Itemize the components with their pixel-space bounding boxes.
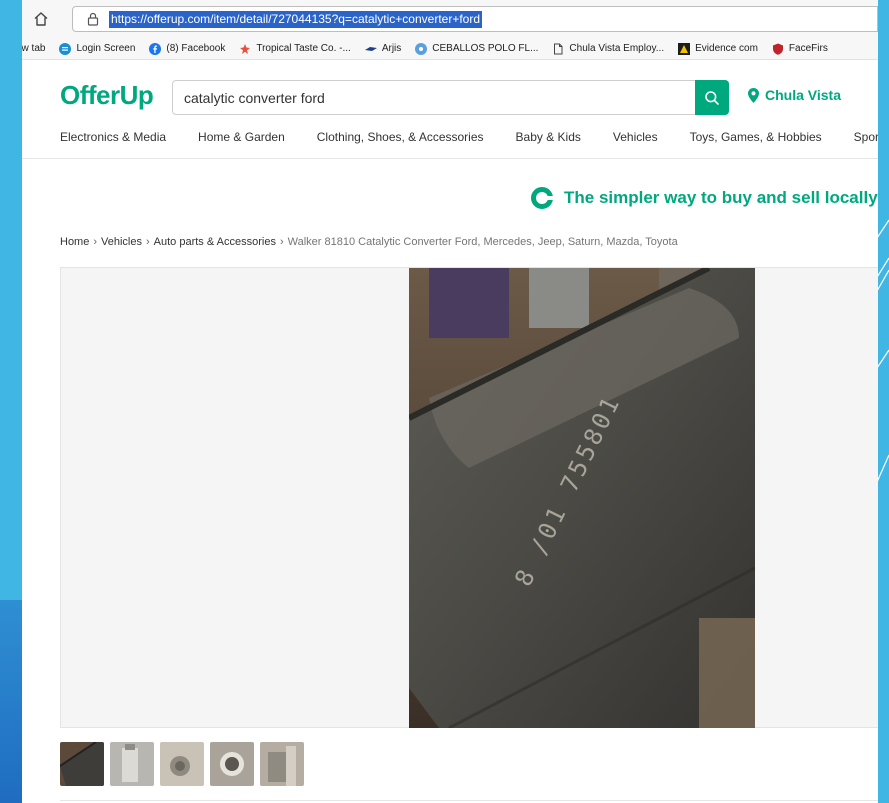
bookmark-label: FaceFirs [788, 43, 828, 54]
bookmark-facefirst[interactable]: FaceFirs [772, 43, 828, 55]
breadcrumb-home[interactable]: Home [60, 236, 89, 248]
site-header: OfferUp Chula Vista Electronics & Media … [22, 60, 878, 160]
evidence-icon [678, 42, 691, 55]
thumbnail-4[interactable] [210, 742, 254, 786]
bookmark-login-screen[interactable]: Login Screen [59, 42, 136, 55]
search-input[interactable] [173, 81, 693, 114]
bookmark-label: ew tab [22, 43, 46, 54]
bookmark-facebook[interactable]: (8) Facebook [149, 42, 226, 55]
nav-sports[interactable]: Spor [854, 130, 878, 152]
page-icon [554, 43, 563, 54]
bookmarks-bar: ew tab Login Screen (8) Facebook Tropica… [22, 38, 878, 60]
location-label: Chula Vista [765, 87, 841, 103]
breadcrumb-separator: › [93, 236, 98, 248]
bookmark-label: Arjis [381, 43, 402, 54]
bookmark-tropical-taste[interactable]: Tropical Taste Co. -... [239, 43, 351, 55]
header-divider [22, 158, 878, 159]
bookmark-label: Login Screen [76, 43, 136, 54]
thumbnail-1[interactable] [60, 742, 104, 786]
tropical-taste-icon [240, 43, 251, 54]
facebook-icon [149, 42, 162, 55]
breadcrumb-current: Walker 81810 Catalytic Converter Ford, M… [287, 236, 678, 248]
breadcrumb-vehicles[interactable]: Vehicles [101, 236, 142, 248]
main-item-photo[interactable]: 8 /01 755801 [409, 268, 755, 728]
bookmark-label: CEBALLOS POLO FL... [432, 43, 539, 54]
bookmark-chula-vista-employ[interactable]: Chula Vista Employ... [552, 43, 664, 55]
category-nav: Electronics & Media Home & Garden Clothi… [60, 130, 878, 152]
address-bar-row: https://offerup.com/item/detail/72704413… [22, 0, 878, 38]
bookmark-arjis[interactable]: Arjis [364, 43, 402, 55]
nav-home-garden[interactable]: Home & Garden [198, 130, 285, 152]
nav-toys-games[interactable]: Toys, Games, & Hobbies [690, 130, 822, 152]
url-text[interactable]: https://offerup.com/item/detail/72704413… [109, 11, 483, 28]
search-button[interactable] [695, 80, 729, 115]
login-screen-icon [59, 42, 72, 55]
ceballos-icon [415, 42, 428, 55]
nav-baby-kids[interactable]: Baby & Kids [516, 130, 581, 152]
browser-window: https://offerup.com/item/detail/72704413… [22, 0, 878, 803]
thumbnail-2[interactable] [110, 742, 154, 786]
backdrop-left-panel [0, 600, 22, 803]
thumbnail-strip [60, 742, 304, 786]
home-icon[interactable] [30, 8, 52, 30]
arjis-icon [364, 46, 377, 51]
offerup-logo[interactable]: OfferUp [60, 79, 154, 111]
promo-banner[interactable]: The simpler way to buy and sell locally! [530, 186, 878, 210]
url-field[interactable]: https://offerup.com/item/detail/72704413… [72, 6, 878, 32]
nav-vehicles[interactable]: Vehicles [613, 130, 658, 152]
bookmark-ceballos[interactable]: CEBALLOS POLO FL... [415, 42, 539, 55]
thumbnail-3[interactable] [160, 742, 204, 786]
thumbnail-5[interactable] [260, 742, 304, 786]
location-selector[interactable]: Chula Vista [748, 87, 841, 103]
bookmark-label: Tropical Taste Co. -... [256, 43, 351, 54]
bookmark-label: Evidence com [695, 43, 758, 54]
bookmark-new-tab[interactable]: ew tab [22, 43, 45, 54]
bookmark-evidence[interactable]: Evidence com [678, 42, 758, 55]
search-icon [705, 90, 719, 105]
breadcrumb-separator: › [279, 236, 284, 248]
nav-clothing[interactable]: Clothing, Shoes, & Accessories [317, 130, 484, 152]
breadcrumb-separator: › [146, 236, 150, 248]
offerup-ring-icon [531, 187, 554, 209]
breadcrumb: Home › Vehicles › Auto parts & Accessories › W… [60, 236, 678, 248]
location-pin-icon [748, 87, 759, 103]
search-box[interactable] [172, 80, 720, 115]
breadcrumb-auto-parts[interactable]: Auto parts & Accessories [154, 236, 276, 248]
lock-icon[interactable] [85, 11, 101, 27]
item-gallery: 8 /01 755801 [60, 267, 878, 728]
promo-text: The simpler way to buy and sell locally! [564, 188, 878, 207]
facefirst-icon [772, 43, 783, 55]
bookmark-label: Chula Vista Employ... [569, 43, 665, 54]
bookmark-label: (8) Facebook [166, 43, 226, 54]
content-divider [60, 800, 878, 801]
nav-electronics-media[interactable]: Electronics & Media [60, 130, 166, 152]
